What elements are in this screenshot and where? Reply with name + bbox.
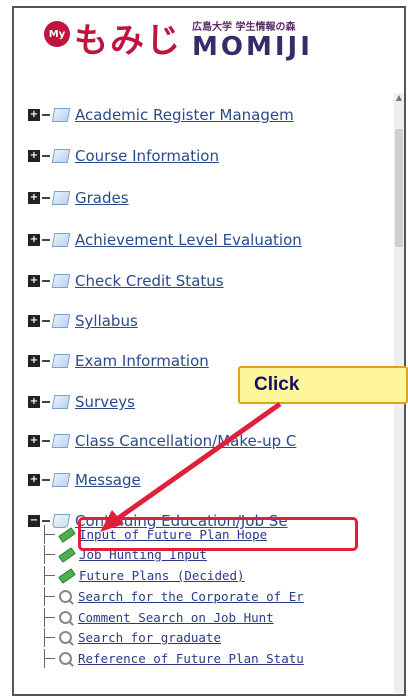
book-icon — [51, 314, 71, 328]
book-icon — [51, 434, 71, 448]
magnifier-icon — [59, 611, 72, 624]
book-icon — [51, 108, 71, 122]
magnifier-icon — [59, 590, 72, 603]
expand-icon[interactable]: + — [28, 234, 40, 246]
momiji-logo[interactable]: My もみじ 広島大学 学生情報の森 MOMIJI — [44, 18, 313, 61]
subitem-search-graduate[interactable]: Search for graduate — [44, 628, 221, 647]
tree-item-exam-information[interactable]: + Exam Information — [28, 350, 209, 372]
book-icon — [51, 473, 71, 487]
magnifier-icon — [59, 631, 72, 644]
expand-icon[interactable]: + — [28, 435, 40, 447]
subitem-search-corporate[interactable]: Search for the Corporate of Er — [44, 587, 304, 606]
tree-item-label[interactable]: Syllabus — [75, 312, 138, 330]
tree-item-message[interactable]: + Message — [28, 469, 141, 491]
expand-icon[interactable]: + — [28, 275, 40, 287]
tree-item-grades[interactable]: + Grades — [28, 187, 129, 209]
expand-icon[interactable]: + — [28, 192, 40, 204]
tree-item-label[interactable]: Academic Register Managem — [75, 106, 294, 124]
book-icon — [51, 149, 71, 163]
subitem-label[interactable]: Reference of Future Plan Statu — [78, 651, 304, 666]
header: My もみじ 広島大学 学生情報の森 MOMIJI — [14, 8, 404, 68]
tree-item-academic-register[interactable]: + Academic Register Managem — [28, 104, 294, 126]
logo-english: MOMIJI — [192, 32, 313, 62]
tree-item-syllabus[interactable]: + Syllabus — [28, 310, 138, 332]
subitem-label[interactable]: Search for the Corporate of Er — [78, 589, 304, 604]
pencil-icon — [58, 526, 76, 543]
subitem-future-plans-decided[interactable]: Future Plans (Decided) — [44, 566, 245, 585]
collapse-icon[interactable]: − — [28, 515, 40, 527]
my-badge: My — [44, 21, 70, 47]
expand-icon[interactable]: + — [28, 109, 40, 121]
tree-item-achievement-level[interactable]: + Achievement Level Evaluation — [28, 229, 302, 251]
click-callout: Click — [238, 366, 408, 404]
expand-icon[interactable]: + — [28, 355, 40, 367]
expand-icon[interactable]: + — [28, 150, 40, 162]
tree-item-label[interactable]: Class Cancellation/Make-up C — [75, 432, 296, 450]
tree-item-label[interactable]: Exam Information — [75, 352, 209, 370]
scroll-up-icon[interactable]: ▲ — [394, 93, 404, 103]
tree-item-class-cancellation[interactable]: + Class Cancellation/Make-up C — [28, 430, 296, 452]
logo-japanese: もみじ — [74, 21, 182, 61]
pencil-icon — [58, 546, 76, 563]
expand-icon[interactable]: + — [28, 474, 40, 486]
book-icon — [51, 274, 71, 288]
pencil-icon — [58, 567, 76, 584]
book-icon — [51, 395, 71, 409]
tree-item-label[interactable]: Achievement Level Evaluation — [75, 231, 302, 249]
subitem-label[interactable]: Future Plans (Decided) — [79, 568, 245, 583]
book-icon — [51, 191, 71, 205]
subitem-reference-future-plan[interactable]: Reference of Future Plan Statu — [44, 649, 304, 668]
highlight-box — [78, 517, 358, 551]
subitem-comment-search[interactable]: Comment Search on Job Hunt — [44, 608, 274, 627]
book-icon — [51, 354, 71, 368]
logo-subtitle: 広島大学 学生情報の森 — [192, 22, 296, 33]
tree-item-check-credit-status[interactable]: + Check Credit Status — [28, 270, 224, 292]
subitem-label[interactable]: Search for graduate — [78, 630, 221, 645]
expand-icon[interactable]: + — [28, 396, 40, 408]
tree-item-label[interactable]: Message — [75, 471, 141, 489]
tree-item-surveys[interactable]: + Surveys — [28, 391, 135, 413]
tree-item-label[interactable]: Surveys — [75, 393, 135, 411]
tree-item-course-information[interactable]: + Course Information — [28, 145, 219, 167]
book-icon — [51, 233, 71, 247]
subitem-label[interactable]: Comment Search on Job Hunt — [78, 610, 274, 625]
tree-item-label[interactable]: Grades — [75, 189, 129, 207]
tree-item-label[interactable]: Check Credit Status — [75, 272, 224, 290]
tree-item-label[interactable]: Course Information — [75, 147, 219, 165]
scrollbar-thumb[interactable] — [395, 129, 403, 247]
magnifier-icon — [59, 652, 72, 665]
expand-icon[interactable]: + — [28, 315, 40, 327]
